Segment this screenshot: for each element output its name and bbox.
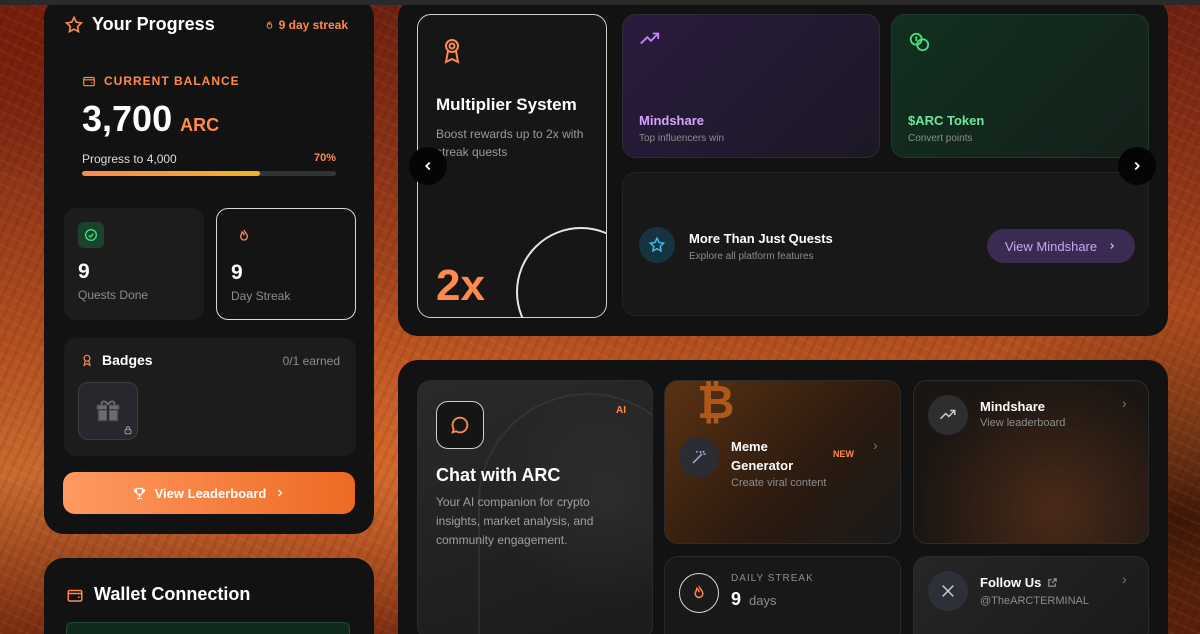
follow-title: Follow Us — [980, 575, 1042, 590]
chat-title: Chat with ARC — [436, 465, 561, 485]
mindshare-desc: Top influencers win — [639, 133, 725, 144]
daily-streak-unit: days — [749, 593, 777, 608]
chat-desc: Your AI companion for crypto insights, m… — [436, 495, 594, 547]
star-icon — [64, 15, 84, 35]
features-carousel: Multiplier System Boost rewards up to 2x… — [398, 0, 1168, 336]
arc-token-desc: Convert points — [908, 133, 973, 144]
gift-icon — [93, 396, 123, 426]
badges-card: Badges 0/1 earned — [64, 338, 356, 456]
carousel-prev-button[interactable] — [409, 147, 447, 185]
more-title: More Than Just Quests — [689, 231, 833, 246]
trophy-icon — [132, 486, 147, 501]
streak-badge: 9 day streak — [264, 18, 348, 32]
chevron-left-icon — [421, 159, 435, 173]
progress-bar — [82, 171, 336, 176]
balance-display: 3,700 ARC — [82, 98, 219, 140]
follow-title-row: Follow Us — [980, 575, 1058, 590]
lock-icon — [123, 425, 133, 435]
chevron-right-icon: › — [873, 437, 878, 453]
daily-streak-label: DAILY STREAK — [731, 573, 814, 584]
day-streak-card[interactable]: 9 Day Streak — [216, 208, 356, 320]
multiplier-value: 2x — [436, 261, 485, 310]
arc-token-card[interactable]: $ARC Token Convert points — [891, 14, 1149, 158]
chevron-right-icon — [1130, 159, 1144, 173]
meme-generator-card[interactable]: ₿ Meme Generator NEW Create viral conten… — [664, 380, 901, 544]
magic-wand-icon — [679, 437, 719, 477]
day-streak-label: Day Streak — [231, 289, 291, 303]
flame-icon — [231, 223, 257, 249]
chevron-right-icon — [274, 487, 286, 499]
arc-token-title: $ARC Token — [908, 113, 985, 128]
progress-panel: Your Progress 9 day streak CURRENT BALAN… — [44, 0, 374, 534]
daily-streak-card: DAILY STREAK 9 days — [664, 556, 901, 634]
new-tag: NEW — [833, 449, 854, 459]
more-than-quests-card: More Than Just Quests Explore all platfo… — [622, 172, 1149, 316]
daily-streak-value-row: 9 days — [731, 589, 776, 610]
progress-title: Your Progress — [92, 14, 215, 34]
decorative-circle — [516, 227, 606, 317]
progress-bar-fill — [82, 171, 260, 176]
chat-bubble-icon — [436, 401, 484, 449]
wallet-header: Wallet Connection — [66, 584, 250, 605]
trending-up-icon — [639, 31, 661, 47]
follow-us-card[interactable]: Follow Us @TheARCTERMINAL › — [913, 556, 1149, 634]
progress-percent: 70% — [313, 152, 336, 164]
badge-slot-locked[interactable] — [78, 382, 138, 440]
quests-done-value: 9 — [78, 260, 90, 283]
chevron-right-icon: › — [1122, 395, 1127, 411]
day-streak-value: 9 — [231, 261, 243, 284]
chevron-right-icon: › — [1122, 571, 1127, 587]
multiplier-desc: Boost rewards up to 2x with streak quest… — [436, 127, 584, 159]
multiplier-title: Multiplier System — [436, 95, 577, 114]
balance-unit: ARC — [180, 115, 220, 135]
balance-label-text: CURRENT BALANCE — [104, 74, 240, 88]
award-icon — [80, 352, 94, 368]
ai-tag: AI — [616, 405, 626, 416]
mindshare-card[interactable]: Mindshare Top influencers win — [622, 14, 880, 158]
chevron-right-icon — [1107, 241, 1117, 251]
streak-badge-label: 9 day streak — [278, 18, 348, 32]
progress-label: Progress to 4,000 — [82, 152, 177, 166]
mindshare-title: Mindshare — [639, 113, 705, 128]
meme-title: Meme Generator — [731, 439, 794, 473]
quests-done-card: 9 Quests Done — [64, 208, 204, 320]
view-leaderboard-label: View Leaderboard — [154, 485, 267, 501]
leaderboard-title: Mindshare — [980, 399, 1046, 414]
check-circle-icon — [78, 222, 104, 248]
mindshare-leaderboard-card[interactable]: Mindshare View leaderboard › — [913, 380, 1149, 544]
quests-done-label: Quests Done — [78, 288, 149, 302]
wallet-connect-area[interactable] — [66, 622, 350, 634]
wallet-panel: Wallet Connection — [44, 558, 374, 634]
view-leaderboard-button[interactable]: View Leaderboard — [63, 472, 355, 514]
badges-title: Badges — [102, 352, 153, 368]
more-desc: Explore all platform features — [689, 251, 814, 262]
flame-icon — [264, 20, 275, 31]
x-logo-icon — [928, 571, 968, 611]
badges-header: Badges — [80, 352, 153, 368]
wallet-icon — [66, 586, 84, 604]
progress-header: Your Progress — [64, 14, 215, 35]
coins-icon — [908, 31, 930, 53]
window-top-bar — [0, 0, 1200, 5]
star-icon — [639, 227, 675, 263]
tools-panel: AI Chat with ARC Your AI companion for c… — [398, 360, 1168, 634]
external-link-icon — [1047, 577, 1058, 588]
badges-earned-count: 0/1 earned — [282, 354, 340, 368]
meme-desc: Create viral content — [731, 477, 827, 489]
bitcoin-icon: ₿ — [697, 380, 735, 428]
view-mindshare-button[interactable]: View Mindshare — [987, 229, 1135, 263]
balance-value: 3,700 — [82, 98, 173, 139]
leaderboard-desc: View leaderboard — [980, 417, 1066, 429]
trending-up-icon — [928, 395, 968, 435]
daily-streak-value: 9 — [731, 589, 742, 609]
carousel-next-button[interactable] — [1118, 147, 1156, 185]
wallet-icon — [82, 74, 96, 88]
chat-with-arc-card[interactable]: AI Chat with ARC Your AI companion for c… — [417, 380, 653, 634]
wallet-title: Wallet Connection — [94, 584, 251, 604]
award-icon — [440, 37, 464, 65]
follow-handle: @TheARCTERMINAL — [980, 595, 1089, 607]
view-mindshare-label: View Mindshare — [1004, 238, 1098, 254]
flame-icon — [679, 573, 719, 613]
balance-label: CURRENT BALANCE — [82, 74, 240, 88]
